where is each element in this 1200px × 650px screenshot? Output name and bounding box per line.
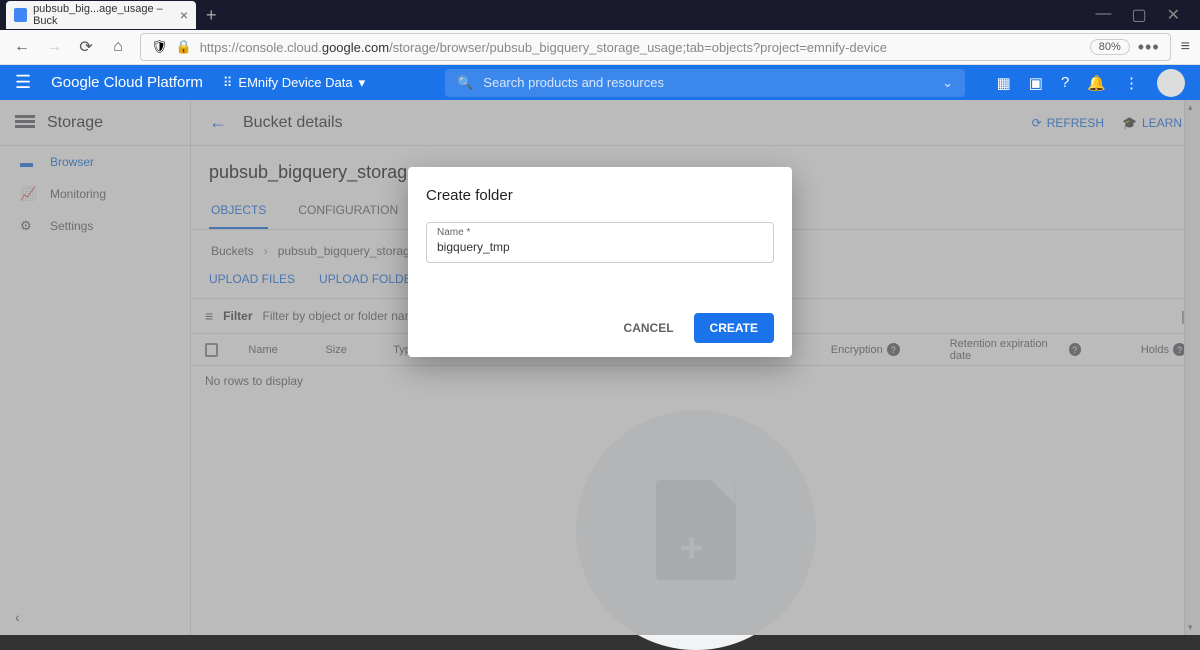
- nav-back-icon[interactable]: ←: [10, 35, 34, 59]
- field-label: Name *: [437, 227, 763, 238]
- chevron-down-icon: ▾: [359, 75, 366, 91]
- search-placeholder: Search products and resources: [483, 75, 664, 90]
- nav-home-icon[interactable]: ⌂: [106, 35, 130, 59]
- cancel-button[interactable]: CANCEL: [614, 313, 684, 343]
- browser-tab[interactable]: pubsub_big...age_usage – Buck ×: [6, 1, 196, 29]
- nav-forward-icon[interactable]: →: [42, 35, 66, 59]
- create-folder-modal: Create folder Name * CANCEL CREATE: [408, 167, 792, 357]
- shield-icon[interactable]: 🛡: [151, 39, 168, 55]
- maximize-icon[interactable]: ▢: [1131, 5, 1146, 25]
- more-icon[interactable]: ⋮: [1124, 74, 1139, 92]
- create-button[interactable]: CREATE: [694, 313, 774, 343]
- tab-close-icon[interactable]: ×: [180, 7, 188, 23]
- tab-favicon: [14, 8, 27, 22]
- zoom-level[interactable]: 80%: [1090, 39, 1130, 55]
- project-name: EMnify Device Data: [238, 75, 352, 90]
- new-tab-button[interactable]: +: [206, 5, 217, 26]
- folder-name-field[interactable]: Name *: [426, 222, 774, 263]
- url-bar: ← → ⟳ ⌂ 🛡 🔒 https://console.cloud.google…: [0, 30, 1200, 65]
- url-text: https://console.cloud.google.com/storage…: [200, 40, 1082, 55]
- lock-icon: 🔒: [176, 39, 192, 55]
- search-dropdown-icon[interactable]: ⌄: [942, 75, 953, 91]
- close-icon[interactable]: ✕: [1167, 5, 1180, 25]
- folder-name-input[interactable]: [437, 238, 763, 254]
- gcp-logo[interactable]: Google Cloud Platform: [51, 74, 203, 91]
- tab-title: pubsub_big...age_usage – Buck: [33, 3, 180, 27]
- address-bar[interactable]: 🛡 🔒 https://console.cloud.google.com/sto…: [140, 33, 1171, 61]
- modal-overlay[interactable]: Create folder Name * CANCEL CREATE: [0, 100, 1200, 635]
- search-icon: 🔍: [457, 75, 473, 91]
- browser-menu-icon[interactable]: ≡: [1181, 38, 1190, 56]
- project-selector[interactable]: ⠿ EMnify Device Data ▾: [223, 75, 365, 91]
- avatar[interactable]: [1157, 69, 1185, 97]
- nav-menu-icon[interactable]: ☰: [15, 72, 31, 93]
- modal-title: Create folder: [426, 187, 774, 204]
- help-icon[interactable]: ?: [1061, 74, 1069, 91]
- window-controls: — ▢ ✕: [1095, 5, 1200, 25]
- search-input[interactable]: 🔍 Search products and resources ⌄: [445, 69, 965, 97]
- gcp-topbar: ☰ Google Cloud Platform ⠿ EMnify Device …: [0, 65, 1200, 100]
- project-icon: ⠿: [223, 75, 233, 91]
- cloud-shell-icon[interactable]: ▣: [1029, 74, 1043, 92]
- browser-tab-bar: pubsub_big...age_usage – Buck × + — ▢ ✕: [0, 0, 1200, 30]
- page-actions-icon[interactable]: •••: [1138, 37, 1160, 58]
- gift-icon[interactable]: ▦: [997, 74, 1011, 92]
- minimize-icon[interactable]: —: [1095, 5, 1111, 25]
- nav-reload-icon[interactable]: ⟳: [74, 35, 98, 59]
- notifications-icon[interactable]: 🔔: [1087, 74, 1106, 92]
